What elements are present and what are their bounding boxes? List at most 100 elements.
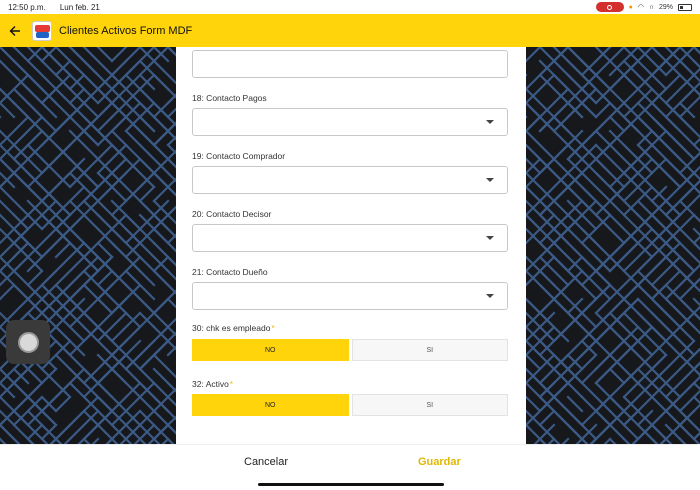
pattern-line	[594, 101, 612, 119]
pattern-line	[538, 255, 570, 287]
pattern-line	[692, 277, 700, 287]
pattern-line	[82, 213, 100, 231]
cancel-button[interactable]: Cancelar	[244, 456, 288, 468]
pattern-line	[0, 143, 30, 175]
pattern-line	[526, 395, 542, 413]
pattern-line	[692, 213, 700, 223]
pattern-line	[678, 347, 700, 371]
pattern-line	[526, 381, 556, 413]
toggle-option-no[interactable]: NO	[192, 394, 349, 416]
pattern-line	[96, 185, 114, 203]
caret-down-icon	[486, 236, 494, 240]
pattern-line	[580, 129, 598, 147]
pattern-line	[566, 423, 589, 444]
background-pattern-left	[0, 47, 176, 444]
pattern-line	[166, 255, 176, 267]
pattern-line	[96, 297, 114, 315]
pattern-line	[138, 255, 176, 295]
pattern-line	[26, 47, 44, 63]
text-input-field[interactable]	[192, 50, 508, 78]
pattern-line	[54, 325, 72, 343]
pattern-line	[152, 297, 170, 315]
pattern-line	[622, 143, 640, 161]
pattern-line	[526, 101, 542, 119]
pattern-line	[580, 353, 598, 371]
pattern-line	[566, 339, 598, 371]
dropdown-contacto-dueno[interactable]	[192, 282, 508, 310]
battery-icon	[678, 3, 692, 11]
toggle-option-no[interactable]: NO	[192, 339, 349, 361]
pattern-line	[608, 395, 626, 413]
pattern-line	[124, 59, 142, 77]
notification-dot-icon: ●	[628, 3, 633, 11]
pattern-line	[152, 205, 176, 231]
dropdown-contacto-comprador[interactable]	[192, 166, 508, 194]
pattern-line	[138, 185, 156, 203]
pattern-line	[580, 269, 612, 301]
pattern-line	[0, 171, 16, 189]
pattern-line	[622, 241, 640, 259]
pattern-line	[526, 353, 542, 371]
pattern-line	[692, 235, 700, 245]
pattern-line	[594, 73, 612, 91]
pattern-line	[575, 423, 598, 444]
pattern-line	[82, 73, 100, 91]
toggle-option-si[interactable]: SI	[351, 339, 508, 361]
pattern-line	[12, 47, 30, 63]
arrow-back-icon[interactable]	[8, 24, 22, 38]
pattern-line	[650, 353, 668, 371]
pattern-line	[54, 395, 72, 413]
pattern-line	[566, 395, 584, 413]
pattern-line	[110, 367, 128, 385]
pattern-line	[526, 143, 542, 161]
pattern-line	[526, 297, 556, 329]
status-time: 12:50 p.m.	[8, 2, 46, 12]
pattern-line	[152, 353, 170, 371]
assistive-touch-button[interactable]	[6, 320, 50, 364]
pattern-line	[526, 423, 547, 444]
pattern-line	[692, 193, 700, 203]
pattern-line	[110, 47, 128, 63]
pattern-line	[152, 325, 176, 351]
home-indicator[interactable]	[258, 483, 444, 486]
pattern-line	[538, 423, 561, 444]
save-button[interactable]: Guardar	[418, 456, 461, 468]
pattern-line	[166, 205, 176, 217]
pattern-line	[636, 339, 654, 357]
pattern-line	[650, 325, 668, 343]
pattern-line	[0, 227, 30, 259]
dropdown-contacto-decisor[interactable]	[192, 224, 508, 252]
pattern-line	[152, 367, 176, 393]
pattern-line	[678, 213, 696, 231]
pattern-line	[152, 73, 170, 91]
pattern-line	[526, 395, 556, 427]
pattern-line	[138, 269, 156, 287]
pattern-line	[552, 381, 570, 399]
pattern-line	[96, 269, 114, 287]
pattern-line	[566, 47, 598, 77]
app-logo-icon	[32, 20, 52, 41]
pattern-line	[110, 129, 128, 147]
pattern-line	[650, 255, 682, 287]
pattern-line	[631, 423, 654, 444]
toggle-option-si[interactable]: SI	[351, 394, 508, 416]
field-label-contacto-dueno: 21: Contacto Dueño	[192, 267, 268, 277]
pattern-line	[678, 151, 700, 175]
pattern-line	[664, 73, 696, 105]
pattern-line	[678, 59, 696, 77]
pattern-line	[552, 115, 584, 147]
pattern-line	[552, 255, 570, 273]
toggle-activo: NO SI	[192, 394, 508, 416]
pattern-line	[678, 185, 696, 203]
pattern-line	[692, 171, 700, 181]
pattern-line	[650, 423, 668, 441]
pattern-line	[526, 157, 556, 189]
pattern-line	[96, 367, 114, 385]
pattern-line	[96, 381, 114, 399]
pattern-line	[0, 101, 16, 119]
pattern-line	[664, 367, 682, 385]
dropdown-contacto-pagos[interactable]	[192, 108, 508, 136]
pattern-line	[650, 157, 682, 189]
pattern-line	[678, 115, 696, 133]
pattern-line	[96, 47, 114, 63]
